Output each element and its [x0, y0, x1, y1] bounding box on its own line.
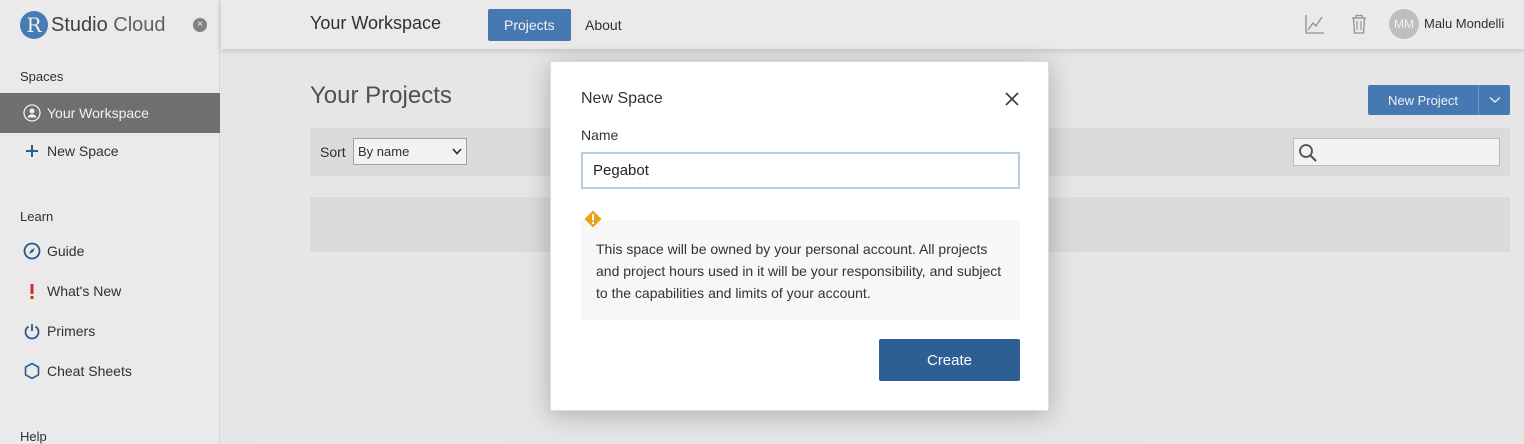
warning-icon	[584, 210, 602, 228]
create-button[interactable]: Create	[879, 339, 1020, 381]
ownership-warning: This space will be owned by your persona…	[581, 220, 1020, 320]
warning-text: This space will be owned by your persona…	[596, 241, 1002, 301]
dialog-title: New Space	[581, 90, 663, 107]
close-icon[interactable]	[1003, 90, 1021, 108]
space-name-input[interactable]	[581, 152, 1020, 189]
new-space-dialog: New Space Name This space will be owned …	[550, 61, 1049, 411]
name-field-label: Name	[581, 127, 619, 143]
